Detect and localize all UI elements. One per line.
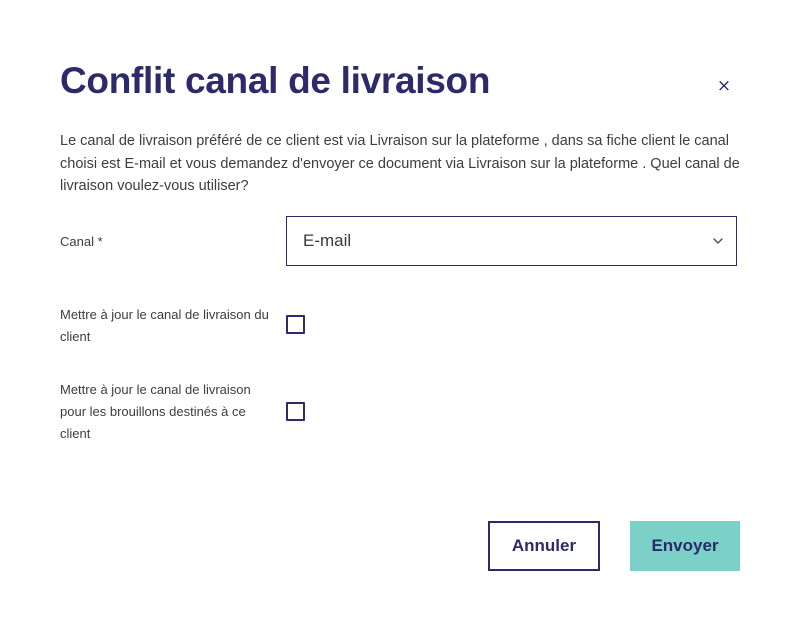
update-drafts-label: Mettre à jour le canal de livraison pour… [60, 382, 251, 441]
cancel-button[interactable]: Annuler [488, 521, 600, 571]
chevron-down-icon [713, 238, 723, 244]
update-client-checkbox[interactable] [286, 315, 305, 334]
delivery-conflict-modal: Conflit canal de livraison × Le canal de… [0, 0, 793, 624]
canal-label: Canal * [60, 234, 103, 249]
update-drafts-checkbox[interactable] [286, 402, 305, 421]
modal-title: Conflit canal de livraison [60, 60, 491, 101]
update-client-label: Mettre à jour le canal de livraison du c… [60, 307, 269, 344]
send-button[interactable]: Envoyer [630, 521, 740, 571]
canal-select-value: E-mail [303, 231, 352, 250]
close-button[interactable]: × [714, 76, 734, 96]
canal-select[interactable]: E-mail [286, 216, 737, 266]
close-icon: × [716, 76, 732, 96]
modal-description: Le canal de livraison préféré de ce clie… [60, 133, 740, 194]
